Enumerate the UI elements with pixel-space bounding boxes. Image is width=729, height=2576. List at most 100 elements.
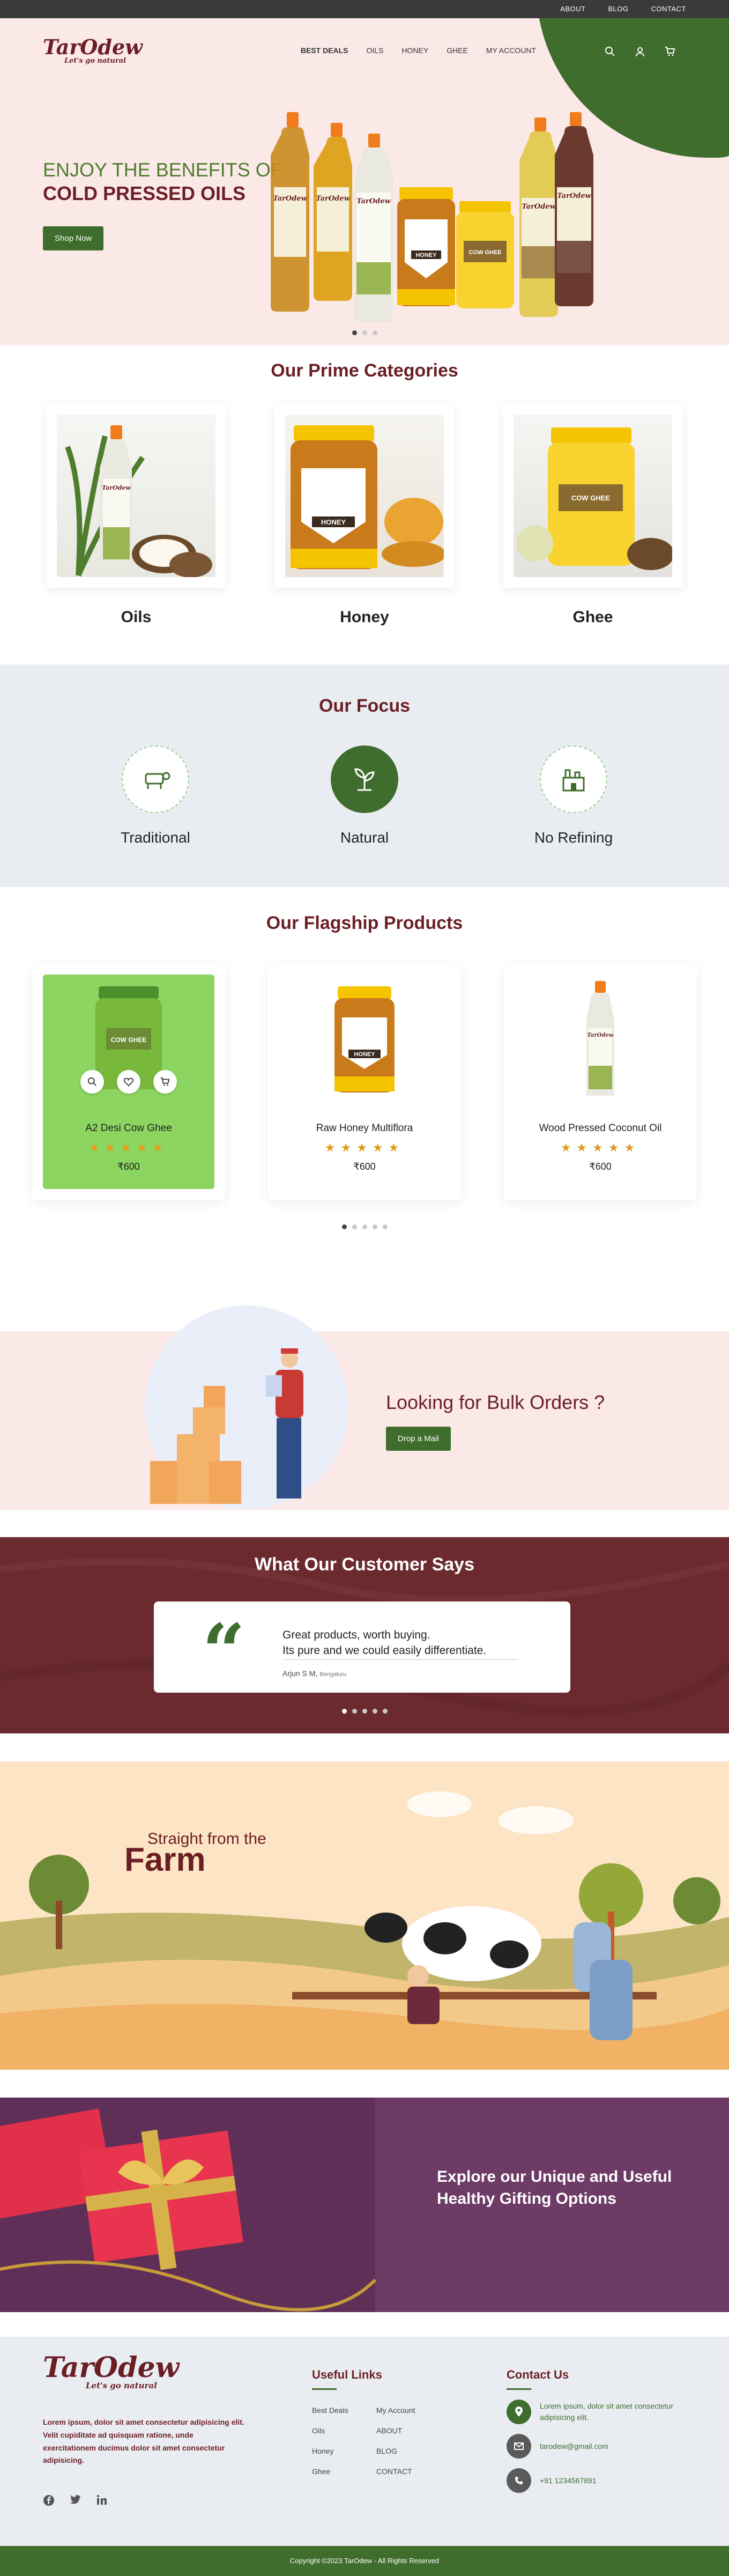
product-card[interactable]: COW GHEE A2 Desi Cow Ghee ★★★★★ ₹600 [32, 964, 225, 1200]
carousel-dot[interactable] [382, 1709, 388, 1714]
nav-item-ghee[interactable]: GHEE [447, 46, 468, 55]
svg-text:TarOdew: TarOdew [557, 192, 591, 200]
carousel-dot[interactable] [352, 1709, 357, 1714]
cart-icon[interactable] [665, 46, 675, 60]
facebook-icon[interactable] [43, 2494, 55, 2509]
focus-label: Traditional [121, 829, 190, 846]
carousel-dot[interactable] [341, 1709, 347, 1714]
bulk-orders-title: Looking for Bulk Orders ? [386, 1391, 605, 1413]
topbar-contact-link[interactable]: CONTACT [651, 4, 686, 14]
footer-link-about[interactable]: ABOUT [376, 2426, 441, 2435]
carousel-dot[interactable] [362, 330, 367, 335]
footer-logo[interactable]: TarOdew Let's go natural [43, 2354, 179, 2390]
product-card-inner: HONEY Raw Honey Multiflora ★★★★★ ₹600 [279, 975, 450, 1189]
product-card[interactable]: TarOdew Wood Pressed Coconut Oil ★★★★★ ₹… [504, 964, 697, 1200]
author-name: Arjun S M, [282, 1669, 318, 1678]
category-image-frame: COW GHEE [503, 404, 683, 588]
topbar-about-link[interactable]: ABOUT [560, 4, 585, 14]
footer-link-blog[interactable]: BLOG [376, 2447, 441, 2455]
logo[interactable]: TarOdew Let's go natural [43, 34, 143, 64]
product-card-inner: TarOdew Wood Pressed Coconut Oil ★★★★★ ₹… [515, 975, 686, 1189]
bulk-background [0, 1331, 729, 1510]
add-to-cart-icon[interactable] [153, 1070, 177, 1094]
footer-link-contact[interactable]: CONTACT [376, 2467, 441, 2476]
focus-label: No Refining [534, 829, 613, 846]
carousel-dot[interactable] [362, 1224, 367, 1229]
product-name[interactable]: Wood Pressed Coconut Oil [515, 1123, 686, 1134]
category-card-oils[interactable]: TarOdew Oils [46, 404, 226, 626]
nav-item-oils[interactable]: OILS [367, 46, 384, 55]
carousel-dot[interactable] [352, 330, 357, 335]
product-name[interactable]: Raw Honey Multiflora [279, 1123, 450, 1134]
hero-carousel-dots [0, 330, 729, 335]
drop-a-mail-button[interactable]: Drop a Mail [386, 1427, 451, 1451]
user-icon[interactable] [635, 46, 645, 60]
twitter-icon[interactable] [70, 2494, 81, 2509]
carousel-dot[interactable] [362, 1709, 367, 1714]
category-label-honey: Honey [340, 608, 389, 626]
carousel-dot[interactable] [372, 1709, 377, 1714]
carousel-dot[interactable] [382, 1224, 388, 1229]
wishlist-heart-icon[interactable] [117, 1070, 140, 1094]
contact-email[interactable]: tarodew@gmail.com [507, 2434, 701, 2459]
product-actions [43, 1070, 214, 1094]
nav-item-honey[interactable]: HONEY [401, 46, 428, 55]
footer-about-text: Lorem ipsum, dolor sit amet consectetur … [43, 2418, 244, 2465]
carousel-dot[interactable] [372, 1224, 377, 1229]
hero-banner: TarOdew Let's go natural BEST DEALS OILS… [0, 18, 729, 345]
quick-view-search-icon[interactable] [80, 1070, 104, 1094]
svg-text:HONEY: HONEY [321, 518, 346, 526]
top-bar: ABOUT BLOG CONTACT [0, 0, 729, 18]
hero-heading-line1: ENJOY THE BENEFITS OF [43, 159, 282, 181]
product-rating-stars: ★★★★★ [324, 1141, 405, 1154]
gifting-heading: Explore our Unique and Useful Healthy Gi… [437, 2166, 672, 2210]
linkedin-icon[interactable] [96, 2494, 107, 2509]
footer-link-oils[interactable]: Oils [312, 2426, 376, 2435]
logo-name: TarOdew [43, 34, 143, 59]
testimonial-card: “ Great products, worth buying. Its pure… [154, 1601, 570, 1693]
svg-text:TarOdew: TarOdew [102, 484, 131, 491]
contact-us: Contact Us Lorem ipsum, dolor sit amet c… [507, 2368, 701, 2493]
category-label-oils: Oils [121, 608, 152, 626]
footer-link-honey[interactable]: Honey [312, 2447, 376, 2455]
product-card[interactable]: HONEY Raw Honey Multiflora ★★★★★ ₹600 [268, 964, 461, 1200]
cow-icon [122, 746, 189, 813]
product-price: ₹600 [589, 1161, 612, 1172]
product-price: ₹600 [117, 1161, 140, 1172]
footer-link-my-account[interactable]: My Account [376, 2406, 441, 2415]
nav-item-my-account[interactable]: MY ACCOUNT [486, 46, 536, 55]
focus-list: Traditional Natural No Refining [0, 746, 729, 846]
product-name[interactable]: A2 Desi Cow Ghee [43, 1123, 214, 1134]
svg-text:TarOdew: TarOdew [273, 195, 307, 203]
our-focus-section: Our Focus Traditional Natural No Refinin… [0, 665, 729, 887]
factory-icon [540, 746, 607, 813]
svg-text:TarOdew: TarOdew [522, 203, 556, 211]
hero-bottle-4: TarOdew [519, 117, 558, 317]
svg-text:TarOdew: TarOdew [587, 1032, 614, 1038]
nav-item-best-deals[interactable]: BEST DEALS [301, 46, 348, 55]
nav-icons [605, 46, 675, 60]
focus-label: Natural [340, 829, 389, 846]
testimonial-carousel-dots [0, 1709, 729, 1714]
category-card-honey[interactable]: HONEY Honey [274, 404, 455, 626]
product-image: HONEY [279, 975, 450, 1103]
carousel-dot[interactable] [372, 330, 377, 335]
bulk-orders-section: Looking for Bulk Orders ? Drop a Mail [0, 1305, 729, 1520]
carousel-dot[interactable] [352, 1224, 357, 1229]
prime-categories-section: Our Prime Categories TarOdew Oils HONEY … [0, 345, 729, 665]
footer-link-best-deals[interactable]: Best Deals [312, 2406, 376, 2415]
footer: TarOdew Let's go natural Lorem ipsum, do… [0, 2337, 729, 2546]
carousel-dot[interactable] [341, 1224, 347, 1229]
hero-bottle-1: TarOdew [271, 112, 309, 312]
email-text[interactable]: tarodew@gmail.com [540, 2441, 701, 2452]
search-icon[interactable] [605, 46, 615, 60]
svg-text:HONEY: HONEY [415, 252, 437, 259]
svg-text:COW GHEE: COW GHEE [571, 494, 611, 502]
phone-text[interactable]: +91 1234567891 [540, 2475, 701, 2486]
product-list: COW GHEE A2 Desi Cow Ghee ★★★★★ ₹600 HON… [0, 964, 729, 1200]
footer-link-ghee[interactable]: Ghee [312, 2467, 376, 2476]
shop-now-button[interactable]: Shop Now [43, 226, 104, 250]
topbar-blog-link[interactable]: BLOG [608, 4, 629, 14]
contact-phone[interactable]: +91 1234567891 [507, 2468, 701, 2493]
category-card-ghee[interactable]: COW GHEE Ghee [503, 404, 683, 626]
